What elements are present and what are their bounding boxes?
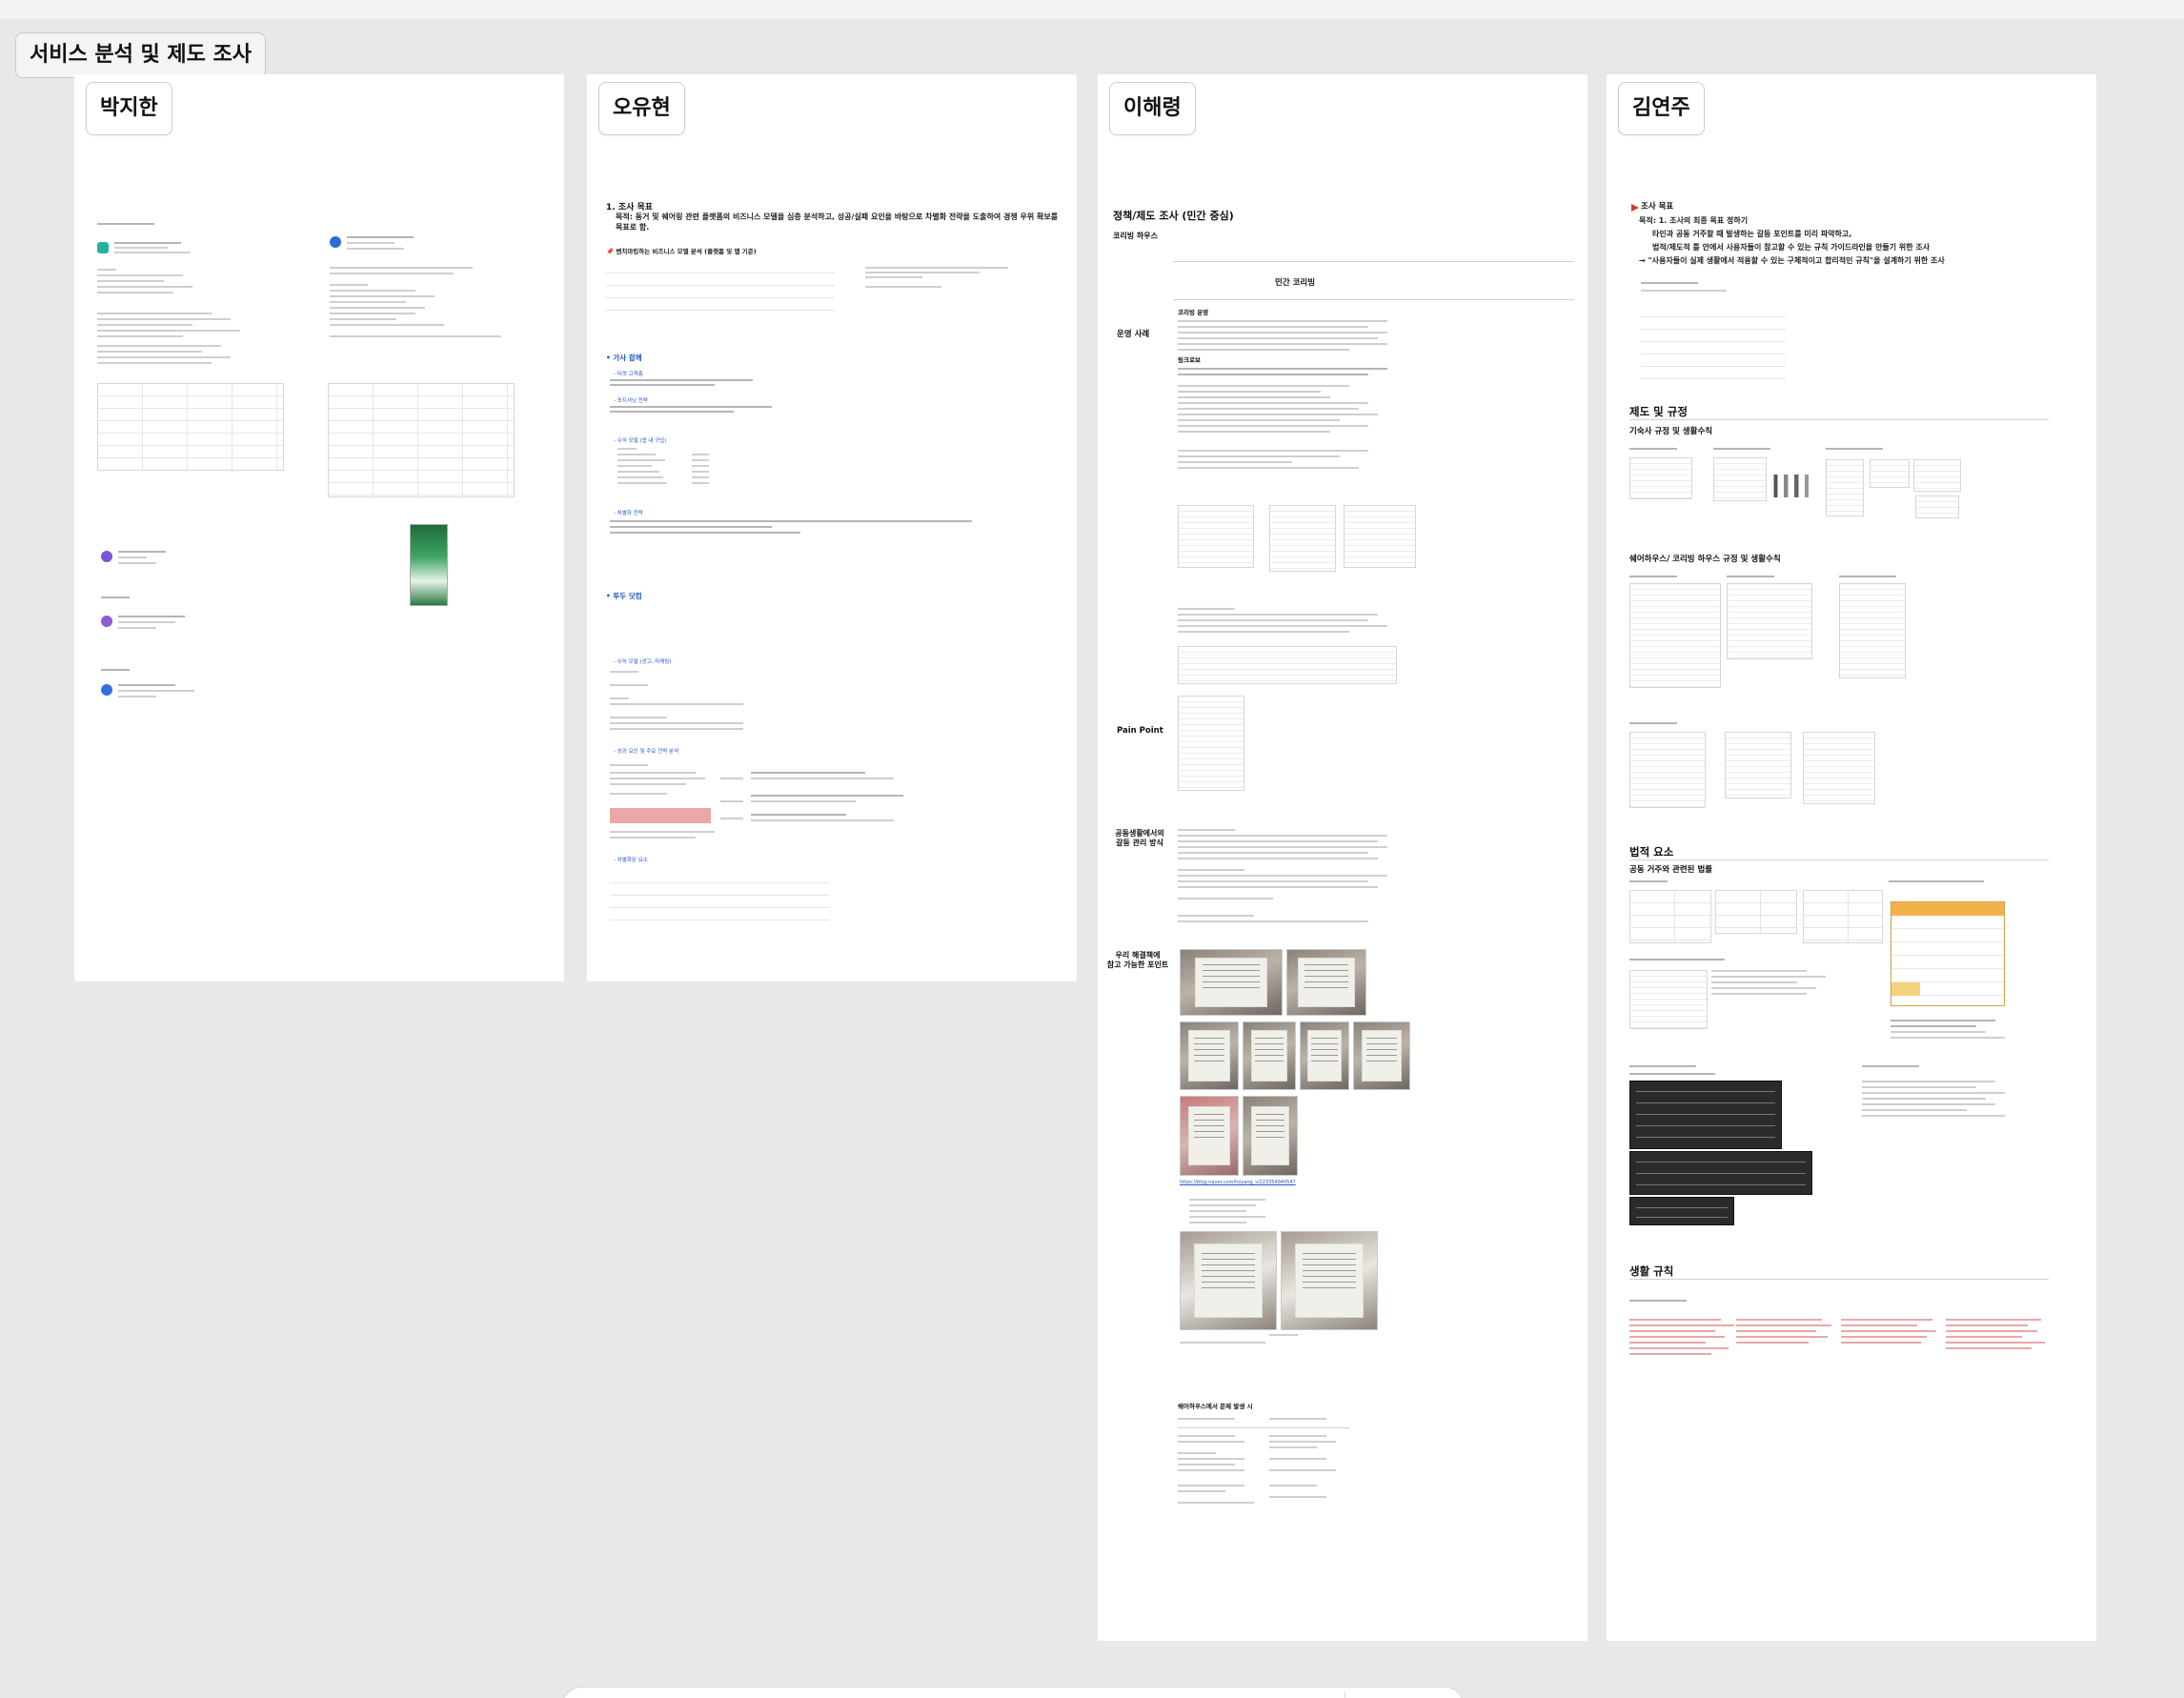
screenshot-thumb <box>1803 732 1875 804</box>
panel-lee-haeryung[interactable]: 이해령 정책/제도 조사 (민간 중심) 코리빙 하우스 민간 코리빙 운영 사… <box>1098 74 1587 1641</box>
block-label: - 성공 요인 및 주요 전략 분석 <box>614 749 679 755</box>
photo-image <box>1180 1021 1239 1090</box>
goal-text: 목적: 동거 및 쉐어링 관련 플랫폼의 비즈니스 모델을 심층 분석하고, 성… <box>616 212 1059 232</box>
app-icon <box>101 551 112 562</box>
screenshot-thumb <box>1727 583 1812 659</box>
screenshot-thumb <box>1629 457 1692 499</box>
regulation-table-dark <box>1629 1151 1812 1195</box>
photo-image <box>1243 1096 1298 1176</box>
goal-line: 타인과 공동 거주할 때 발생하는 갈등 포인트를 미리 파악하고, <box>1652 230 1852 238</box>
screenshot-thumb <box>1629 583 1721 688</box>
comparison-table <box>328 383 515 497</box>
regulation-table-dark <box>1629 1197 1734 1225</box>
section-heading: 제도 및 규정 <box>1629 405 1688 418</box>
block-label: - 차별화된 요소 <box>614 858 648 863</box>
row-label: 우리 해결책에 참고 가능한 포인트 <box>1106 951 1169 969</box>
screenshot-thumb <box>1178 646 1397 684</box>
row-label: 운영 사례 <box>1117 330 1150 339</box>
benchmark-table <box>606 261 835 322</box>
section-title[interactable]: 서비스 분석 및 제도 조사 <box>15 32 267 78</box>
doc-subtitle: 코리빙 하우스 <box>1113 232 1158 240</box>
screenshot-thumb <box>1826 459 1864 516</box>
photo-image <box>1243 1021 1296 1090</box>
app-icon <box>97 242 109 253</box>
app-icon <box>101 684 112 696</box>
section-heading: 생활 규칙 <box>1629 1264 1674 1278</box>
screenshot-thumb <box>1629 732 1706 808</box>
screenshot-thumb <box>1344 505 1416 568</box>
row-label: 공동생활에서의 갈등 관리 방식 <box>1115 829 1164 847</box>
photo-image <box>1281 1231 1378 1330</box>
screenshot-thumb <box>1915 495 1959 518</box>
law-table <box>1629 890 1711 943</box>
photo-image <box>1353 1021 1410 1090</box>
panel-name-chip[interactable]: 이해령 <box>1109 82 1196 135</box>
screenshot-thumb <box>1839 583 1906 678</box>
table-title: 📌 벤치마킹하는 비즈니스 모델 분석 (플랫폼 및 앱 기준) <box>606 248 757 255</box>
row-label: Pain Point <box>1117 726 1163 736</box>
screenshot-thumb <box>1178 696 1244 791</box>
phone-screenshot <box>410 524 448 606</box>
screenshot-thumb <box>1269 505 1336 572</box>
panel-kim-yeonju[interactable]: 김연주 조사 목표 목적: 1. 조사의 최종 목표 정하기 타인과 공동 거주… <box>1607 74 2096 1641</box>
app-icon <box>330 236 341 248</box>
screenshot-thumb <box>1629 970 1708 1029</box>
app-list-block <box>97 223 288 309</box>
source-link[interactable]: https://blog.naver.com/hoyang_s/22335494… <box>1180 1180 1296 1185</box>
footer-heading: 쉐어하우스에서 문제 발생 시 <box>1178 1403 1253 1410</box>
block-label: - 타겟 고객층 <box>614 372 643 377</box>
column-title: 민간 코리빙 <box>1275 278 1316 288</box>
goal-line: → "사용자들이 실제 생활에서 적용할 수 있는 구체적이고 합리적인 규칙"… <box>1639 256 1945 265</box>
block-label: - 수익 모델 (앱 내 구입) <box>614 438 667 444</box>
goal-line: 법적/제도적 틀 안에서 사용자들이 참고할 수 있는 규칙 가이드라인을 만들… <box>1652 243 1931 252</box>
right-label: 링크로보 <box>1178 356 1201 364</box>
sub-section-heading: 기숙사 규정 및 생활수칙 <box>1629 427 1713 436</box>
survey-table <box>1641 305 1786 385</box>
screenshot-thumb <box>1725 732 1791 798</box>
block-label: - 수익 모델 (광고, 마케팅) <box>614 659 672 665</box>
photo-image <box>1180 1096 1239 1176</box>
panel-name-chip[interactable]: 박지한 <box>86 82 172 135</box>
panel-name-chip[interactable]: 오유현 <box>598 82 685 135</box>
screenshot-thumb <box>1870 459 1910 488</box>
panel-park-jihan[interactable]: 박지한 <box>74 74 564 981</box>
service-heading: • 투두 닷컴 <box>606 592 642 600</box>
panel-oh-yuhyun[interactable]: 오유현 1. 조사 목표 목적: 동거 및 쉐어링 관련 플랫폼의 비즈니스 모… <box>587 74 1077 981</box>
law-table <box>1803 890 1883 943</box>
law-table <box>1715 890 1797 934</box>
block-label: - 차별화 전략 <box>614 511 643 516</box>
whiteboard-canvas[interactable]: 서비스 분석 및 제도 조사 박지한 오유현 1. 조사 목표 목적: 동거 및… <box>0 0 2184 1698</box>
section-heading: 법적 요소 <box>1629 845 1674 859</box>
regulation-table-dark <box>1629 1081 1782 1149</box>
rate-table <box>1891 901 2005 1006</box>
comparison-table <box>97 383 284 471</box>
photo-image <box>1180 949 1283 1016</box>
photo-image <box>1180 1231 1277 1330</box>
doc-title: 정책/제도 조사 (민간 중심) <box>1113 210 1234 222</box>
screenshot-thumb <box>1913 459 1961 492</box>
bottom-toolbar[interactable] <box>562 1687 1464 1698</box>
sub-section-heading: 공동 거주와 관련된 법률 <box>1629 865 1713 875</box>
chart-thumb <box>1769 459 1820 497</box>
app-icon <box>101 616 112 627</box>
block-label: - 포지셔닝 전략 <box>614 398 648 404</box>
goal-line: 목적: 1. 조사의 최종 목표 정하기 <box>1639 216 1749 225</box>
screenshot-thumb <box>1713 457 1767 501</box>
right-label: 코리빙 운영 <box>1178 309 1209 316</box>
goal-heading: 조사 목표 <box>1641 202 1674 212</box>
diff-table <box>610 871 829 928</box>
flag-icon <box>1631 204 1639 212</box>
top-toolbar-strip <box>0 0 2184 19</box>
service-heading: • 가사 합께 <box>606 354 642 362</box>
screenshot-thumb <box>1178 505 1254 568</box>
sub-section-heading: 쉐어하우스/ 코리빙 하우스 규정 및 생활수칙 <box>1629 555 1781 564</box>
panel-name-chip[interactable]: 김연주 <box>1618 82 1705 135</box>
photo-image <box>1286 949 1366 1016</box>
photo-image <box>1300 1021 1349 1090</box>
